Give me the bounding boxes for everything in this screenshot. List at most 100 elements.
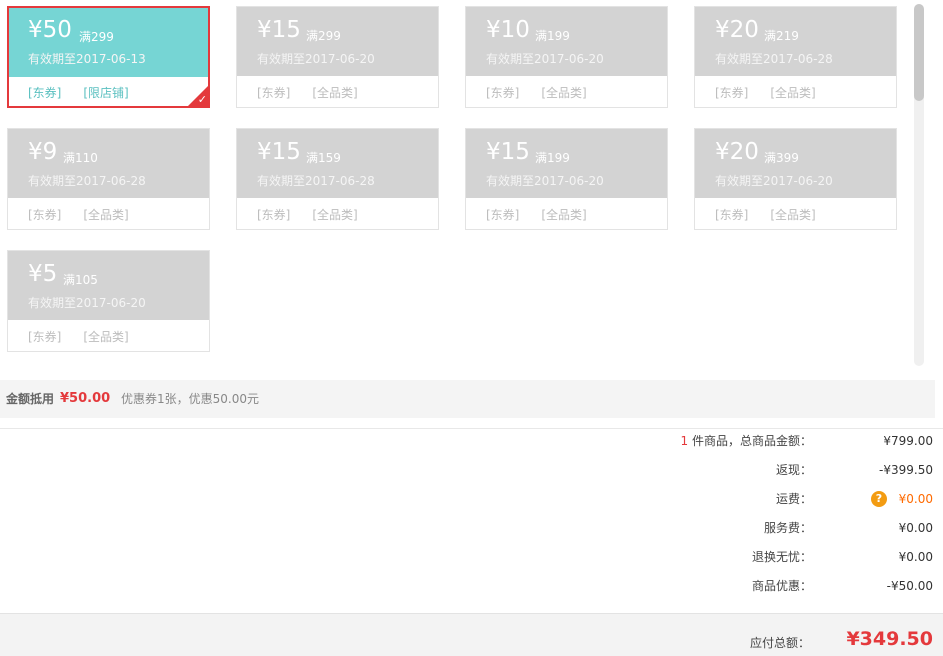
coupon-amount: ¥20 (715, 17, 759, 43)
shipping-value: ¥0.00 (898, 492, 933, 506)
fee-row-discount: 商品优惠： -¥50.00 (0, 576, 943, 596)
coupon-scope: [全品类] (83, 330, 129, 344)
coupon-validity: 有效期至2017-06-28 (257, 174, 375, 188)
coupon-type: [东券] (486, 86, 520, 100)
coupon-scrollbar-thumb[interactable] (914, 4, 924, 101)
coupon-summary-bar: 金额抵用 ¥50.00 优惠券1张，优惠50.00元 (0, 380, 935, 418)
coupon-validity: 有效期至2017-06-28 (715, 52, 833, 66)
coupon-condition: 满105 (63, 273, 98, 287)
cashback-value: -¥399.50 (879, 463, 933, 477)
coupon-scope: [限店铺] (83, 86, 129, 100)
coupon-tags: [东券] [全品类] (486, 84, 609, 101)
coupon-condition: 满399 (764, 151, 799, 165)
coupon-list: ¥50 满299 有效期至2017-06-13 [东券] [限店铺] ✓ ¥15 … (0, 0, 943, 380)
coupon-tags: [东券] [全品类] (715, 206, 838, 223)
service-label: 服务费： (763, 521, 812, 535)
coupon-condition: 满110 (63, 151, 98, 165)
coupon-tags: [东券] [全品类] (28, 206, 151, 223)
coupon-scope: [全品类] (312, 208, 358, 222)
coupon-amount: ¥15 (257, 139, 301, 165)
return-value: ¥0.00 (898, 550, 933, 564)
goods-label: 1 件商品，总商品金额： (681, 431, 812, 451)
coupon-condition: 满219 (764, 29, 799, 43)
total-bar: 应付总额： ¥349.50 (0, 613, 943, 656)
coupon-amount: ¥10 (486, 17, 530, 43)
total-value: ¥349.50 (846, 628, 933, 650)
service-value: ¥0.00 (898, 521, 933, 535)
coupon-tags: [东券] [全品类] (257, 206, 380, 223)
coupon-type: [东券] (28, 330, 62, 344)
fee-row-cashback: 返现： -¥399.50 (0, 460, 943, 480)
coupon-face: ¥15 满159 有效期至2017-06-28 (237, 129, 438, 198)
coupon-card[interactable]: ¥15 满159 有效期至2017-06-28 [东券] [全品类] (236, 128, 439, 230)
coupon-type: [东券] (28, 208, 62, 222)
coupon-condition: 满299 (306, 29, 341, 43)
coupon-tags: [东券] [全品类] (486, 206, 609, 223)
coupon-card[interactable]: ¥15 满199 有效期至2017-06-20 [东券] [全品类] (465, 128, 668, 230)
coupon-type: [东券] (715, 86, 749, 100)
coupon-tags: [东券] [全品类] (715, 84, 838, 101)
coupon-card[interactable]: ¥10 满199 有效期至2017-06-20 [东券] [全品类] (465, 6, 668, 108)
coupon-scope: [全品类] (83, 208, 129, 222)
question-icon[interactable]: ? (871, 491, 887, 507)
coupon-amount: ¥9 (28, 139, 58, 165)
discount-value: -¥50.00 (886, 579, 933, 593)
coupon-condition: 满199 (535, 151, 570, 165)
coupon-scope: [全品类] (770, 208, 816, 222)
coupon-card[interactable]: ¥15 满299 有效期至2017-06-20 [东券] [全品类] (236, 6, 439, 108)
coupon-type: [东券] (28, 86, 62, 100)
coupon-summary-amount: ¥50.00 (60, 391, 111, 406)
coupon-card-selected[interactable]: ¥50 满299 有效期至2017-06-13 [东券] [限店铺] ✓ (7, 6, 210, 108)
coupon-tags: [东券] [全品类] (257, 84, 380, 101)
coupon-face: ¥15 满299 有效期至2017-06-20 (237, 7, 438, 76)
coupon-condition: 满299 (79, 30, 114, 44)
coupon-validity: 有效期至2017-06-20 (486, 174, 604, 188)
coupon-card[interactable]: ¥20 满219 有效期至2017-06-28 [东券] [全品类] (694, 6, 897, 108)
coupon-validity: 有效期至2017-06-13 (28, 52, 146, 66)
discount-label: 商品优惠： (751, 579, 812, 593)
coupon-scope: [全品类] (770, 86, 816, 100)
coupon-amount: ¥15 (486, 139, 530, 165)
goods-label-text: 件商品，总商品金额： (688, 434, 812, 448)
coupon-condition: 满199 (535, 29, 570, 43)
coupon-tags: [东券] [全品类] (28, 328, 151, 345)
coupon-face: ¥20 满219 有效期至2017-06-28 (695, 7, 896, 76)
coupon-summary-label: 金额抵用 (6, 392, 55, 406)
coupon-face: ¥10 满199 有效期至2017-06-20 (466, 7, 667, 76)
coupon-card[interactable]: ¥9 满110 有效期至2017-06-28 [东券] [全品类] (7, 128, 210, 230)
fee-row-return: 退换无忧： ¥0.00 (0, 547, 943, 567)
coupon-card[interactable]: ¥20 满399 有效期至2017-06-20 [东券] [全品类] (694, 128, 897, 230)
fee-row-goods: 1 件商品，总商品金额： ¥799.00 (0, 431, 943, 451)
shipping-label: 运费： (775, 492, 812, 506)
coupon-amount: ¥5 (28, 261, 58, 287)
coupon-summary-description: 优惠券1张，优惠50.00元 (121, 392, 259, 406)
check-icon: ✓ (197, 93, 207, 106)
coupon-face: ¥50 满299 有效期至2017-06-13 (9, 8, 208, 77)
coupon-validity: 有效期至2017-06-28 (28, 174, 146, 188)
coupon-tags: [东券] [限店铺] (28, 84, 151, 101)
coupon-face: ¥9 满110 有效期至2017-06-28 (8, 129, 209, 198)
coupon-validity: 有效期至2017-06-20 (28, 296, 146, 310)
cashback-label: 返现： (775, 463, 812, 477)
coupon-type: [东券] (257, 208, 291, 222)
coupon-face: ¥15 满199 有效期至2017-06-20 (466, 129, 667, 198)
return-label: 退换无忧： (751, 550, 812, 564)
coupon-scope: [全品类] (541, 86, 587, 100)
coupon-type: [东券] (486, 208, 520, 222)
coupon-validity: 有效期至2017-06-20 (715, 174, 833, 188)
fee-row-shipping: 运费： ? ¥0.00 (0, 489, 943, 509)
fee-row-service: 服务费： ¥0.00 (0, 518, 943, 538)
coupon-amount: ¥15 (257, 17, 301, 43)
coupon-condition: 满159 (306, 151, 341, 165)
coupon-type: [东券] (715, 208, 749, 222)
coupon-scope: [全品类] (312, 86, 358, 100)
coupon-scope: [全品类] (541, 208, 587, 222)
coupon-validity: 有效期至2017-06-20 (257, 52, 375, 66)
coupon-face: ¥5 满105 有效期至2017-06-20 (8, 251, 209, 320)
coupon-type: [东券] (257, 86, 291, 100)
total-label: 应付总额： (749, 636, 810, 650)
coupon-validity: 有效期至2017-06-20 (486, 52, 604, 66)
coupon-card[interactable]: ¥5 满105 有效期至2017-06-20 [东券] [全品类] (7, 250, 210, 352)
divider (0, 428, 943, 429)
coupon-face: ¥20 满399 有效期至2017-06-20 (695, 129, 896, 198)
